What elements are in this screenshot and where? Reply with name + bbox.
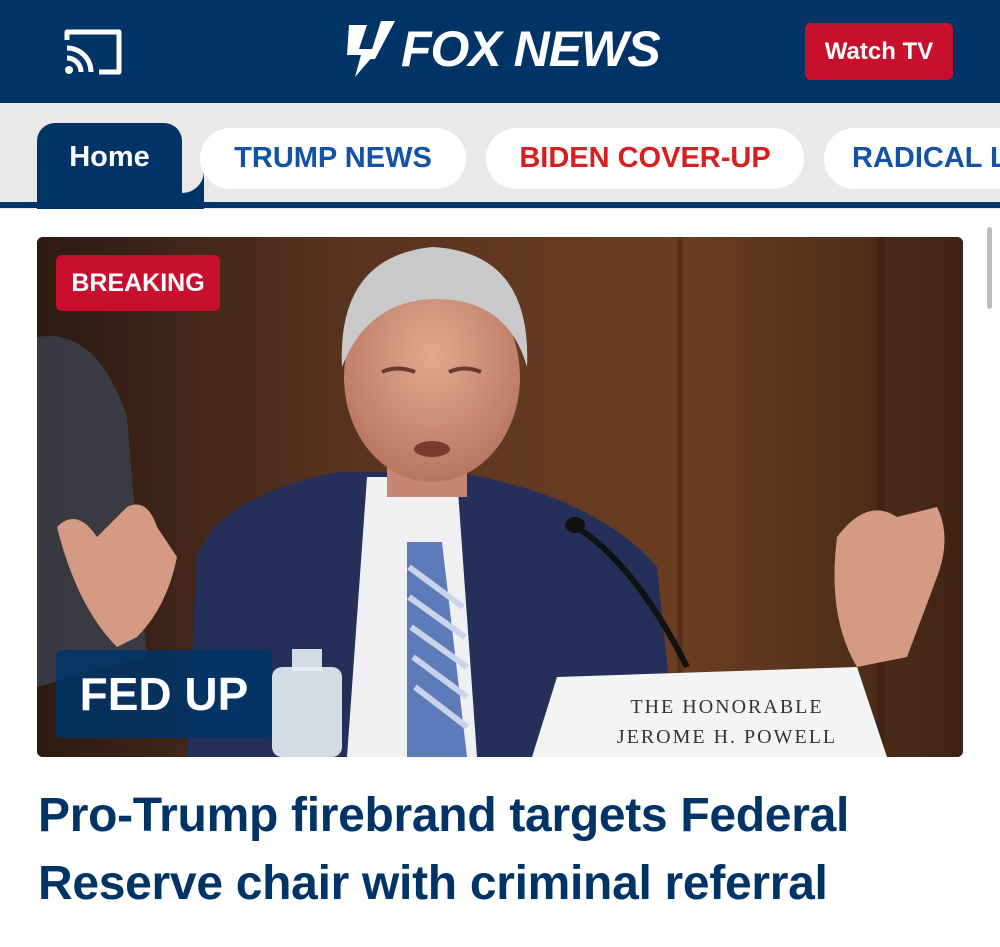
breaking-badge: BREAKING: [56, 255, 220, 311]
kicker-label: FED UP: [56, 650, 272, 738]
fox-news-logo[interactable]: FOX NEWS: [345, 14, 661, 84]
tab-radical-left[interactable]: RADICAL LEFT: [824, 128, 1000, 189]
scrollbar[interactable]: [987, 227, 992, 309]
nameplate: THE HONORABLE JEROME H. POWELL: [577, 692, 877, 752]
nav-divider: [0, 202, 1000, 208]
cast-icon: [64, 29, 122, 75]
tab-biden-cover-up[interactable]: BIDEN COVER-UP: [486, 128, 804, 189]
section-nav: Home TRUMP NEWS BIDEN COVER-UP RADICAL L…: [0, 103, 1000, 209]
story-headline[interactable]: Pro-Trump firebrand targets Federal Rese…: [38, 782, 978, 918]
tab-trump-news[interactable]: TRUMP NEWS: [200, 128, 466, 189]
top-bar: FOX NEWS Watch TV: [0, 0, 1000, 103]
nameplate-line-2: JEROME H. POWELL: [616, 726, 838, 748]
logo-text: FOX NEWS: [401, 21, 661, 77]
logo-bolt-icon: [347, 21, 395, 77]
cast-button[interactable]: [58, 24, 128, 80]
watch-tv-button[interactable]: Watch TV: [805, 23, 953, 80]
tab-home[interactable]: Home: [37, 123, 182, 209]
nameplate-line-1: THE HONORABLE: [630, 696, 824, 718]
